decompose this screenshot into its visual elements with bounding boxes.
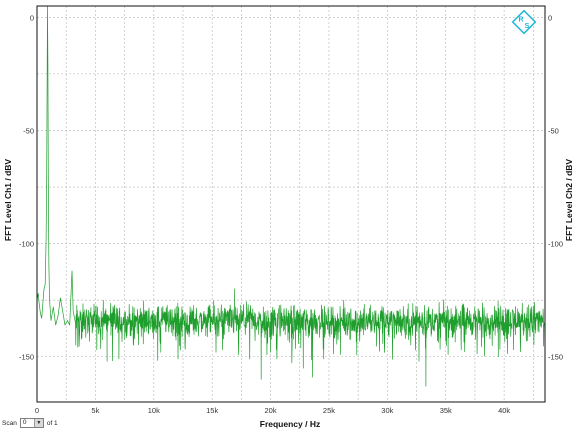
- y-right-tick-label: -100: [548, 240, 563, 249]
- x-tick-label: 15k: [206, 406, 218, 415]
- scan-label: Scan: [2, 419, 17, 427]
- fft-chart: 0 5k 10k 15k 20k 25k 30k 35k 40k 0 -50 -100 -150 0 -…: [3, 5, 574, 429]
- x-tick-label: 25k: [323, 406, 335, 415]
- chevron-down-icon[interactable]: ▼: [33, 419, 43, 427]
- scan-select[interactable]: 0 ▼: [19, 418, 44, 428]
- x-tick-label: 30k: [381, 406, 393, 415]
- x-tick-label: 40k: [498, 406, 510, 415]
- grid: [37, 6, 545, 402]
- x-axis-label: Frequency / Hz: [260, 419, 320, 429]
- fft-trace-ch1: [36, 5, 546, 387]
- y-axis-label-left: FFT Level Ch1 / dBV: [3, 159, 13, 242]
- x-tick-label: 10k: [148, 406, 160, 415]
- scan-select-value: 0: [22, 419, 27, 426]
- rohde-schwarz-logo-icon: R S: [511, 9, 537, 35]
- y-left-tick-label: -50: [23, 126, 34, 135]
- y-right-tick-label: -50: [548, 126, 559, 135]
- x-tick-label: 20k: [265, 406, 277, 415]
- logo-letter-s: S: [525, 23, 530, 30]
- x-tick-label: 0: [35, 406, 39, 415]
- y-left-tick-label: 0: [30, 13, 34, 22]
- y-left-tick-label: -100: [19, 240, 34, 249]
- scan-of-label: of 1: [46, 419, 58, 427]
- y-right-tick-label: -150: [548, 353, 563, 362]
- y-right-tick-label: 0: [548, 13, 552, 22]
- logo-letter-r: R: [518, 17, 523, 24]
- x-tick-label: 35k: [440, 406, 452, 415]
- x-tick-label: 5k: [91, 406, 99, 415]
- x-tick-labels: 0 5k 10k 15k 20k 25k 30k 35k 40k: [35, 406, 511, 415]
- y-right-tick-labels: 0 -50 -100 -150: [548, 13, 563, 361]
- y-axis-label-right: FFT Level Ch2 / dBV: [564, 159, 574, 242]
- fft-trace-layer: [36, 5, 546, 387]
- y-left-tick-labels: 0 -50 -100 -150: [19, 13, 34, 361]
- plot-frame: [36, 5, 546, 403]
- scan-control: Scan 0 ▼ of 1: [2, 418, 58, 428]
- y-left-tick-label: -150: [19, 353, 34, 362]
